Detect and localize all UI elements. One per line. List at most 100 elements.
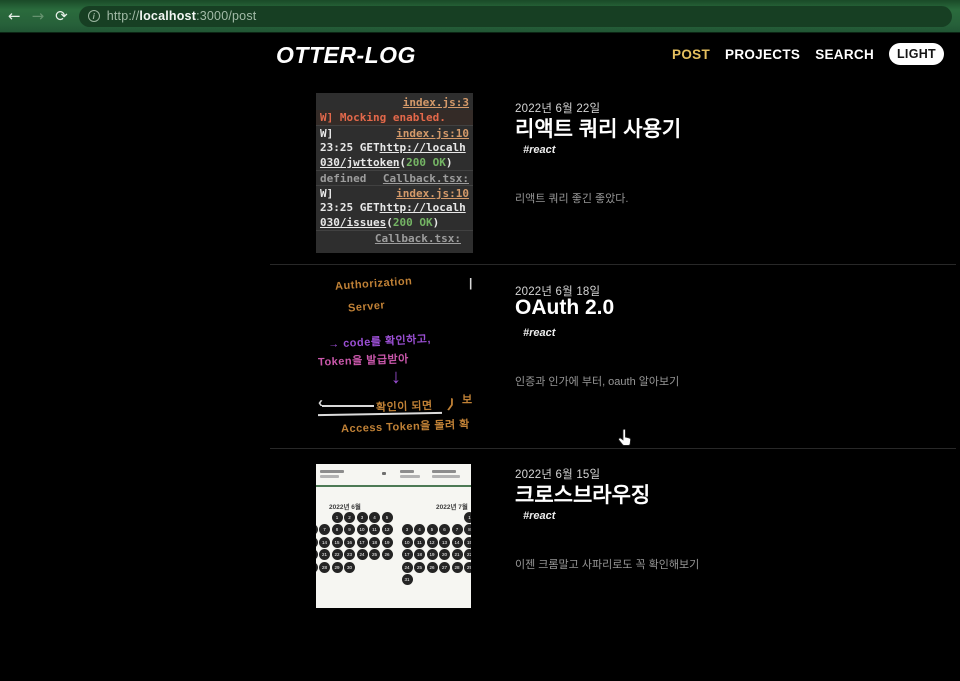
nav-item-post[interactable]: POST [672, 47, 710, 62]
post-title[interactable]: 크로스브라우징 [515, 479, 650, 509]
theme-toggle-button[interactable]: LIGHT [889, 43, 944, 65]
post-thumbnail[interactable]: AuthorizationServer|→ code를 확인하고,Token을 … [316, 272, 473, 447]
console-line: Callback.tsx: [316, 230, 473, 245]
calendar-day: 20 [316, 549, 318, 560]
calendar-day: 10 [357, 524, 368, 535]
calendar-day: 9 [344, 524, 355, 535]
calendar-day: 14 [452, 537, 463, 548]
console-text: index.js:10 [396, 187, 469, 199]
calendar-day: 20 [439, 549, 450, 560]
console-text: ) [446, 156, 453, 169]
post-description: 리액트 쿼리 좋긴 좋았다. [515, 190, 628, 206]
calendar-day: 28 [452, 562, 463, 573]
post-text-block: 2022년 6월 22일리액트 쿼리 사용기#react리액트 쿼리 좋긴 좋았… [515, 100, 945, 215]
calendar-day: 15 [332, 537, 343, 548]
calendar-day: 24 [357, 549, 368, 560]
calendar-day: 3 [357, 512, 368, 523]
sketch-text: Authorization [335, 275, 413, 292]
sketch-text: ⟩ [446, 395, 458, 413]
calendar-day: 17 [402, 549, 413, 560]
calendar-header-text [400, 475, 420, 478]
calendar-day: 31 [402, 574, 413, 585]
post-thumbnail[interactable]: 2022년 6월12345678910111213141516171819202… [316, 462, 473, 619]
sketch-text: → code를 확인하고, [328, 330, 432, 351]
calendar-day: 27 [439, 562, 450, 573]
calendar-day: 19 [427, 549, 438, 560]
calendar-header-text [320, 475, 339, 478]
calendar-day: 8 [464, 524, 471, 535]
refresh-icon[interactable]: ⟳ [55, 9, 68, 24]
calendar-day: 1 [464, 512, 471, 523]
calendar-day: 13 [439, 537, 450, 548]
sketch-text: Access Token을 돌려 확 [341, 416, 470, 436]
console-line: W] index.js:10 [316, 185, 473, 200]
calendar-day: 18 [369, 537, 380, 548]
nav-item-projects[interactable]: PROJECTS [725, 47, 800, 62]
site-nav: POST PROJECTS SEARCH LIGHT [672, 43, 944, 65]
sketch-text: Server [348, 299, 386, 314]
calendar-day: 4 [369, 512, 380, 523]
calendar-day: 18 [414, 549, 425, 560]
console-text: http://localh [380, 141, 466, 154]
calendar-day: 5 [382, 512, 393, 523]
calendar-header-text [400, 470, 414, 473]
console-text: 200 OK [406, 156, 446, 169]
nav-item-search[interactable]: SEARCH [815, 47, 874, 62]
calendar-day: 22 [332, 549, 343, 560]
calendar-month-label: 2022년 7월 [436, 501, 468, 511]
console-line: W] Mocking enabled. [316, 110, 473, 125]
calendar-day: 11 [369, 524, 380, 535]
sketch-underline [318, 412, 442, 416]
calendar-day: 7 [452, 524, 463, 535]
post-description: 이젠 크롬말고 사파리로도 꼭 확인해보기 [515, 556, 699, 572]
calendar-day: 23 [344, 549, 355, 560]
calendar-day: 5 [427, 524, 438, 535]
calendar-day: 27 [316, 562, 318, 573]
console-line: 030/jwttoken (200 OK) [316, 155, 473, 170]
calendar-day: 4 [414, 524, 425, 535]
console-text: ( [399, 156, 406, 169]
calendar-day: 29 [464, 562, 471, 573]
console-text: Callback.tsx: [375, 232, 461, 244]
calendar-header-text [320, 470, 344, 473]
calendar-day: 15 [464, 537, 471, 548]
console-text: W] [320, 127, 333, 139]
calendar-month-label: 2022년 6월 [329, 501, 361, 511]
calendar-day: 24 [402, 562, 413, 573]
console-text: W] [320, 187, 333, 199]
console-text: Callback.tsx: [383, 172, 469, 184]
post-tag[interactable]: #react [523, 144, 555, 156]
post-tag[interactable]: #react [523, 327, 555, 339]
forward-icon[interactable]: → [32, 9, 45, 24]
calendar-day: 22 [464, 549, 471, 560]
calendar-day: 25 [369, 549, 380, 560]
post-title[interactable]: 리액트 쿼리 사용기 [515, 113, 681, 143]
post-text-block: 2022년 6월 15일크로스브라우징#react이젠 크롬말고 사파리로도 꼭… [515, 466, 945, 581]
calendar-day: 26 [427, 562, 438, 573]
post-thumbnail[interactable]: index.js:3W] Mocking enabled. W] index.js:… [316, 93, 473, 253]
console-text: 030/jwttoken [320, 156, 399, 169]
console-line: index.js:3 [316, 95, 473, 110]
console-text: 23:25 GET [320, 141, 380, 154]
console-text: http://localh [380, 201, 466, 214]
sketch-text: | [469, 276, 473, 290]
url-text: http://localhost:3000/post [107, 9, 257, 23]
post-title[interactable]: OAuth 2.0 [515, 296, 614, 320]
calendar-day: 6 [316, 524, 318, 535]
mouse-cursor-icon [616, 429, 634, 448]
calendar-day: 11 [414, 537, 425, 548]
calendar-day: 26 [382, 549, 393, 560]
post-divider [270, 448, 956, 449]
calendar-header-text [382, 472, 386, 475]
calendar-day: 19 [382, 537, 393, 548]
info-icon[interactable]: i [88, 10, 100, 22]
calendar-day: 25 [414, 562, 425, 573]
post-tag[interactable]: #react [523, 510, 555, 522]
console-line: W] index.js:10 [316, 125, 473, 140]
calendar-day: 14 [319, 537, 330, 548]
site-logo[interactable]: OTTER-LOG [276, 42, 416, 69]
console-text: index.js:10 [396, 127, 469, 139]
calendar-day: 21 [319, 549, 330, 560]
url-bar[interactable]: i http://localhost:3000/post [79, 6, 952, 27]
back-icon[interactable]: ← [8, 9, 21, 24]
